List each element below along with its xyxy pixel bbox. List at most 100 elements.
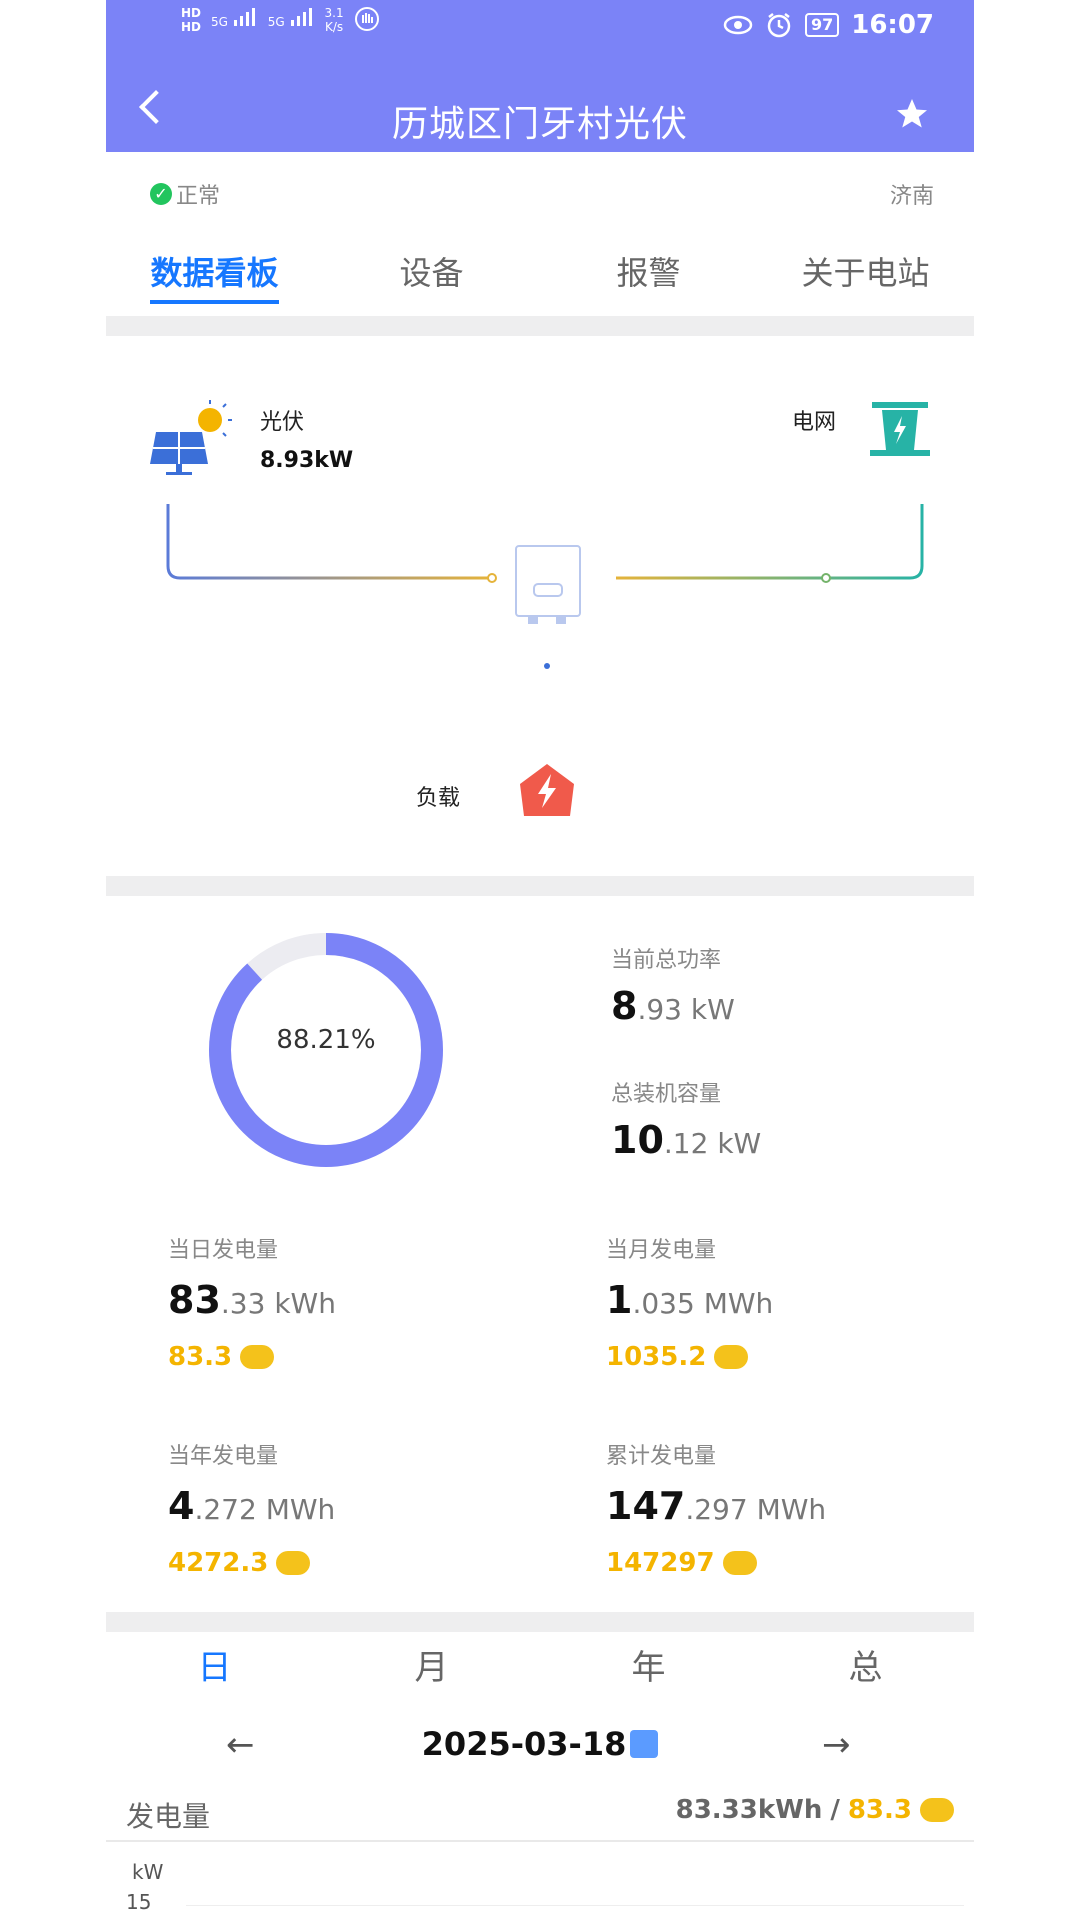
- daily-gen-value: 83.33 kWh: [168, 1278, 336, 1322]
- tab-alarms[interactable]: 报警: [540, 248, 757, 304]
- app-frame: HD HD 5G 5G 3.1 K/s 97 16:07 历城区门牙村光伏 ✓ …: [106, 0, 974, 1920]
- total-money-value: 147297: [606, 1548, 715, 1578]
- city-label: 济南: [889, 184, 934, 209]
- alarm-clock-icon: [767, 13, 791, 38]
- monthly-gen-big: 1: [606, 1278, 633, 1322]
- daily-money: 83.3: [168, 1342, 275, 1372]
- capacity-label: 总装机容量: [611, 1082, 722, 1107]
- date-value: 2025-03-18: [421, 1725, 627, 1763]
- current-power-big: 8: [611, 984, 638, 1028]
- load-label: 负载: [416, 786, 461, 811]
- signal-2: 5G: [268, 6, 315, 29]
- tab-year[interactable]: 年: [540, 1640, 757, 1689]
- station-status-row: ✓ 正常 济南: [150, 178, 934, 210]
- current-power-value: 8.93 kW: [611, 984, 735, 1028]
- monthly-gen-label: 当月发电量: [606, 1238, 717, 1263]
- monthly-gen-value: 1.035 MWh: [606, 1278, 773, 1322]
- yearly-gen-small: .272 MWh: [194, 1493, 336, 1526]
- main-tabs: 数据看板 设备 报警 关于电站: [106, 248, 974, 304]
- chart-top-divider: [106, 1840, 974, 1842]
- solar-panel-icon: [150, 400, 232, 475]
- section-divider: [106, 876, 974, 896]
- page-title: 历城区门牙村光伏: [391, 104, 688, 145]
- capacity-big: 10: [611, 1118, 664, 1162]
- eye-icon: [723, 15, 753, 35]
- daily-gen-label: 当日发电量: [168, 1238, 279, 1263]
- coin-icon: [714, 1345, 749, 1369]
- hd-badge-1: HD: [181, 6, 202, 20]
- signal-1: 5G: [211, 6, 258, 29]
- current-power-label: 当前总功率: [611, 948, 722, 973]
- chart-y-unit: kW: [132, 1860, 164, 1884]
- yearly-gen-big: 4: [168, 1484, 195, 1528]
- generation-sum: 83.33kWh / 83.3: [676, 1795, 954, 1825]
- status-bar-right: 97 16:07: [723, 10, 934, 40]
- yearly-money-value: 4272.3: [168, 1548, 269, 1578]
- pv-value: 8.93kW: [260, 448, 354, 473]
- pv-line: [166, 504, 492, 580]
- coin-icon: [276, 1551, 311, 1575]
- tab-dashboard-label: 数据看板: [150, 254, 279, 304]
- yearly-gen-label: 当年发电量: [168, 1444, 279, 1469]
- signal-2-label: 5G: [267, 15, 285, 29]
- grid-label: 电网: [792, 410, 837, 435]
- calendar-icon[interactable]: [630, 1730, 659, 1758]
- pv-label: 光伏: [260, 410, 305, 435]
- tab-devices[interactable]: 设备: [323, 248, 540, 304]
- status-text: 正常: [176, 184, 221, 209]
- grid-line: [616, 504, 924, 580]
- signal-bars-icon: [233, 8, 255, 26]
- load-house-icon: [520, 764, 574, 816]
- monthly-gen-small: .035 MWh: [632, 1287, 774, 1320]
- energy-flow: 光伏 8.93kW 电网 负载: [106, 336, 974, 856]
- status-bar-left: HD HD 5G 5G 3.1 K/s: [181, 6, 380, 34]
- total-money: 147297: [606, 1548, 757, 1578]
- section-divider: [106, 316, 974, 336]
- donut-percent: 88.21%: [276, 1025, 376, 1055]
- favorite-star-icon[interactable]: [894, 96, 930, 132]
- capacity-small: .12 kW: [663, 1127, 762, 1160]
- period-tabs: 日 月 年 总: [106, 1640, 974, 1689]
- net-speed: 3.1 K/s: [325, 6, 344, 34]
- tab-alarms-label: 报警: [616, 254, 681, 292]
- next-date-button[interactable]: →: [822, 1725, 851, 1765]
- generation-sep: /: [830, 1795, 840, 1825]
- coin-icon: [920, 1798, 954, 1822]
- check-circle-icon: ✓: [150, 183, 172, 205]
- capacity-value: 10.12 kW: [611, 1118, 761, 1162]
- clock: 16:07: [851, 10, 934, 40]
- daily-money-value: 83.3: [168, 1342, 233, 1372]
- section-divider: [106, 1612, 974, 1632]
- total-gen-small: .297 MWh: [685, 1493, 827, 1526]
- power-grid-icon: [870, 402, 930, 456]
- monthly-money: 1035.2: [606, 1342, 749, 1372]
- generation-money: 83.3: [847, 1795, 912, 1825]
- tab-about[interactable]: 关于电站: [757, 248, 974, 304]
- net-speed-value: 3.1: [324, 6, 344, 20]
- header: HD HD 5G 5G 3.1 K/s 97 16:07 历城区门牙村光伏: [106, 0, 974, 152]
- total-gen-big: 147: [606, 1484, 686, 1528]
- hd-badge-2: HD: [181, 20, 202, 34]
- inverter-icon: [515, 545, 581, 624]
- daily-gen-big: 83: [168, 1278, 221, 1322]
- daily-gen-small: .33 kWh: [220, 1287, 336, 1320]
- generation-title: 发电量: [126, 1800, 211, 1833]
- hand-icon: [354, 7, 379, 31]
- tab-dashboard[interactable]: 数据看板: [106, 248, 323, 304]
- status-indicator: ✓ 正常: [150, 178, 220, 210]
- tab-month[interactable]: 月: [323, 1640, 540, 1689]
- tab-about-label: 关于电站: [801, 254, 930, 292]
- total-gen-value: 147.297 MWh: [606, 1484, 826, 1528]
- tab-day[interactable]: 日: [106, 1640, 323, 1689]
- tab-total[interactable]: 总: [757, 1640, 974, 1689]
- tab-devices-label: 设备: [399, 254, 464, 292]
- signal-1-label: 5G: [211, 15, 228, 29]
- chart-gridline: [186, 1905, 964, 1906]
- yearly-gen-value: 4.272 MWh: [168, 1484, 335, 1528]
- current-power-small: .93 kW: [637, 993, 735, 1026]
- signal-bars-icon: [290, 8, 312, 26]
- date-navigator: ← 2025-03-18 →: [106, 1725, 974, 1775]
- coin-icon: [240, 1345, 275, 1369]
- monthly-money-value: 1035.2: [606, 1342, 707, 1372]
- generation-value: 83.33kWh: [675, 1795, 823, 1825]
